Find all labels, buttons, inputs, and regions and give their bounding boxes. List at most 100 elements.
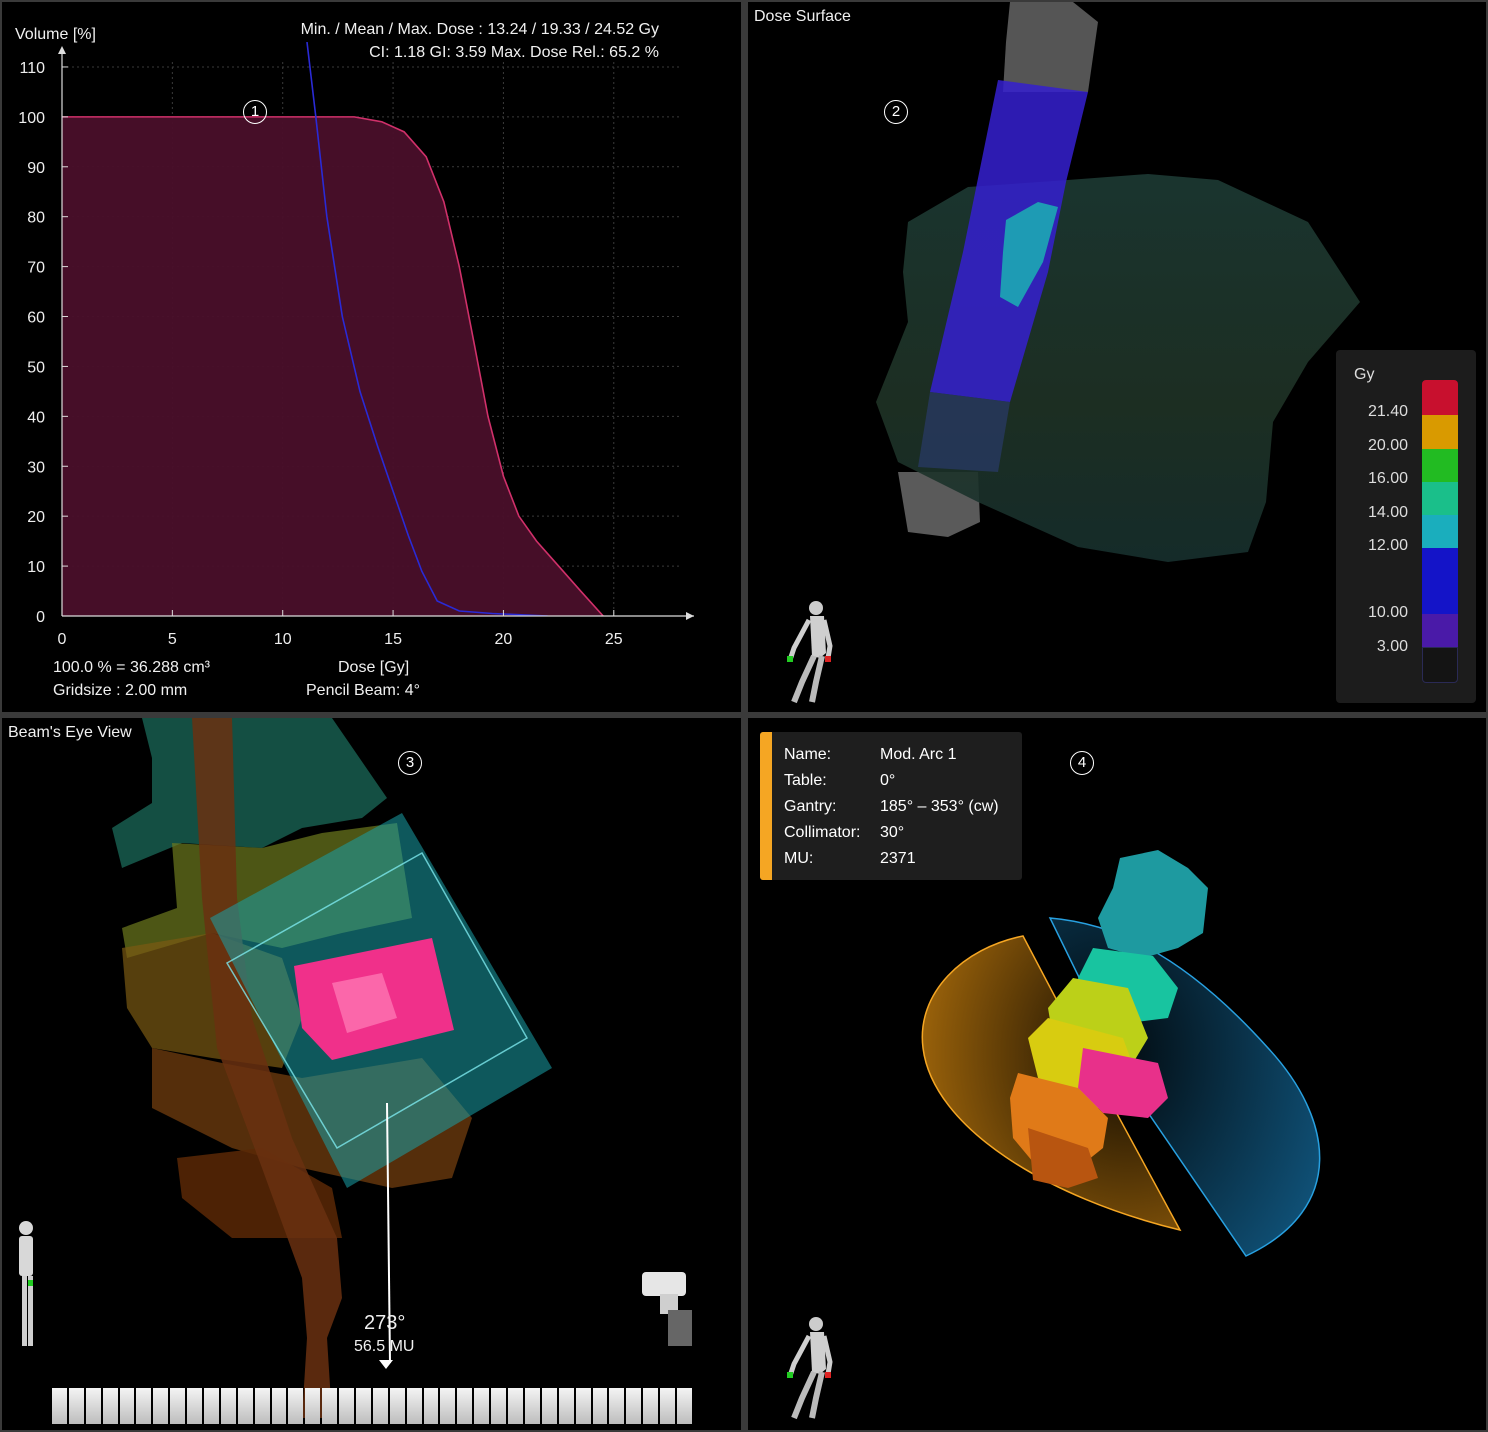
timeline-segment[interactable] [237,1388,253,1424]
legend-unit: Gy [1354,366,1375,383]
legend-swatch [1422,380,1458,415]
x-axis-label: Dose [Gy] [338,659,410,676]
timeline-segment[interactable] [643,1388,659,1424]
timeline-segment[interactable] [288,1388,304,1424]
y-tick-label: 0 [36,609,45,626]
timeline-segment[interactable] [474,1388,490,1424]
x-tick-label: 0 [58,631,67,648]
timeline-segment[interactable] [558,1388,574,1424]
legend-tick: 12.00 [1367,537,1408,554]
linac-icon [642,1272,692,1346]
legend-swatch [1422,515,1458,548]
y-tick-label: 50 [27,359,45,376]
timeline-segment[interactable] [660,1388,675,1424]
beams-eye-view-panel[interactable]: Beam's Eye View 3 273° 56.5 MU [2,718,741,1430]
timeline-segment[interactable] [356,1388,371,1424]
timeline-segment[interactable] [254,1388,270,1424]
timeline-segment[interactable] [676,1388,692,1424]
patient-orientation-icon [19,1221,33,1346]
timeline-segment[interactable] [153,1388,169,1424]
y-tick-label: 30 [27,459,45,476]
timeline-segment[interactable] [220,1388,236,1424]
x-tick-label: 25 [605,631,623,648]
timeline-segment[interactable] [119,1388,135,1424]
panel-badge-1: 1 [243,100,267,124]
y-tick-label: 90 [27,160,45,177]
orientation-figure-icon [787,601,833,704]
y-tick-label: 100 [18,110,45,127]
volume-info: 100.0 % = 36.288 cm³ [53,659,210,676]
timeline-segment[interactable] [423,1388,439,1424]
legend-tick: 14.00 [1367,504,1408,521]
timeline-segment[interactable] [609,1388,625,1424]
dose-surface-panel[interactable]: Dose Surface 2 Gy 21.40 20.00 16.00 14.0… [748,2,1486,712]
panel-title: Beam's Eye View [8,724,132,741]
timeline-segment[interactable] [406,1388,422,1424]
dose-stats-line1: Min. / Mean / Max. Dose : 13.24 / 19.33 … [300,21,659,38]
algorithm-info: Pencil Beam: 4° [306,682,421,699]
timeline-marker-icon [379,1360,393,1369]
legend-tick: 20.00 [1367,437,1408,454]
legend-swatch [1422,548,1458,614]
timeline-segment[interactable] [339,1388,355,1424]
y-tick-label: 60 [27,310,45,327]
x-tick-label: 5 [168,631,177,648]
timeline-segment[interactable] [102,1388,118,1424]
mu-readout: 56.5 MU [354,1338,415,1355]
legend-swatch [1422,449,1458,482]
timeline-segment[interactable] [524,1388,540,1424]
timeline-segment[interactable] [626,1388,642,1424]
dvh-chart: 0 5 10 15 20 25 0 10 20 30 40 50 60 70 80 90 100 110 [18,42,694,648]
timeline-segment[interactable] [68,1388,84,1424]
timeline-segment[interactable] [52,1388,67,1424]
gantry-angle-readout: 273° [364,1312,406,1334]
timeline-segment[interactable] [322,1388,338,1424]
y-axis-arrow-icon [58,46,66,54]
timeline-segment[interactable] [85,1388,101,1424]
x-tick-label: 15 [384,631,402,648]
timeline-segment[interactable] [389,1388,405,1424]
timeline-segment[interactable] [508,1388,523,1424]
dose-color-legend: Gy 21.40 20.00 16.00 14.00 12.00 10.00 3… [1336,350,1476,703]
vertebra-upper [1098,850,1208,958]
y-tick-label: 110 [19,60,45,77]
timeline-segment[interactable] [187,1388,203,1424]
legend-swatch [1422,482,1458,515]
timeline-segment[interactable] [592,1388,608,1424]
timeline-segment[interactable] [136,1388,152,1424]
timeline-segment[interactable] [204,1388,219,1424]
legend-swatch [1422,415,1458,449]
y-tick-label: 40 [27,409,45,426]
timeline-segment[interactable] [170,1388,186,1424]
timeline-segment[interactable] [305,1388,321,1424]
timeline-segment[interactable] [271,1388,287,1424]
arc-render[interactable] [748,718,1486,1430]
arc-setup-panel[interactable]: Name: Mod. Arc 1 Table: 0° Gantry: 185° … [748,718,1486,1430]
y-tick-label: 70 [27,260,45,277]
panel-badge-3: 3 [398,751,422,775]
timeline-segment[interactable] [491,1388,507,1424]
timeline-segment[interactable] [457,1388,473,1424]
legend-tick: 10.00 [1367,604,1408,621]
x-tick-label: 20 [495,631,513,648]
x-tick-label: 10 [274,631,292,648]
timeline-segment[interactable] [575,1388,591,1424]
timeline-segment[interactable] [541,1388,557,1424]
y-tick-label: 10 [27,559,45,576]
x-axis-arrow-icon [686,612,694,620]
timeline-segment[interactable] [372,1388,388,1424]
y-tick-label: 20 [27,509,45,526]
arc-timeline[interactable] [52,1388,692,1424]
spine-cord-top [1003,2,1098,92]
legend-tick: 21.40 [1367,403,1408,420]
legend-swatch [1422,614,1458,647]
panel-badge-2: 2 [884,100,908,124]
dose-stats-line2: CI: 1.18 GI: 3.59 Max. Dose Rel.: 65.2 % [369,44,659,61]
dvh-panel[interactable]: 0 5 10 15 20 25 0 10 20 30 40 50 60 70 80 90 100 110 1 Mi… [2,2,741,712]
legend-tick: 3.00 [1376,638,1408,655]
cord-dose-lower [918,392,1010,472]
legend-tick: 16.00 [1367,470,1408,487]
timeline-segment[interactable] [440,1388,456,1424]
gridsize-info: Gridsize : 2.00 mm [53,682,188,699]
orientation-figure-icon [787,1317,833,1420]
